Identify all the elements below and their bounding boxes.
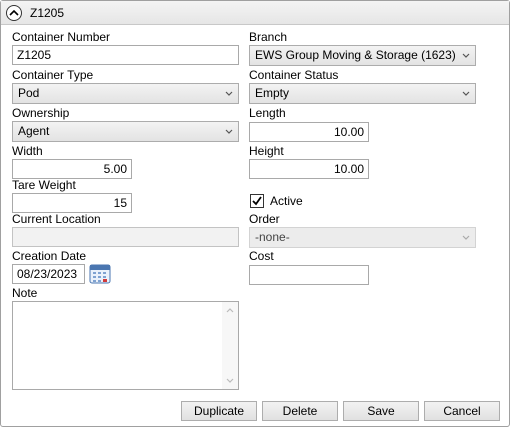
cost-input[interactable] xyxy=(249,265,369,285)
length-input[interactable]: 10.00 xyxy=(249,122,369,142)
note-scrollbar[interactable] xyxy=(222,302,238,389)
current-location-label: Current Location xyxy=(12,212,101,226)
dialog-header: Z1205 xyxy=(1,1,509,25)
creation-date-label: Creation Date xyxy=(12,249,87,263)
branch-label: Branch xyxy=(249,30,288,44)
container-number-input[interactable]: Z1205 xyxy=(12,45,239,65)
chevron-down-icon xyxy=(462,53,470,58)
height-label: Height xyxy=(249,144,284,158)
dialog-title: Z1205 xyxy=(30,6,65,20)
save-button[interactable]: Save xyxy=(343,401,419,421)
length-label: Length xyxy=(249,106,286,120)
checkmark-icon xyxy=(252,196,262,206)
note-textarea[interactable] xyxy=(12,301,239,390)
current-location-input xyxy=(12,227,239,247)
scroll-down-icon[interactable] xyxy=(226,378,234,384)
chevron-down-icon xyxy=(462,91,470,96)
branch-select[interactable]: EWS Group Moving & Storage (1623) xyxy=(249,45,476,66)
duplicate-button[interactable]: Duplicate xyxy=(181,401,257,421)
active-label: Active xyxy=(270,194,303,208)
height-input[interactable]: 10.00 xyxy=(249,159,369,179)
branch-value: EWS Group Moving & Storage (1623) xyxy=(255,48,456,62)
tare-weight-input[interactable]: 15 xyxy=(12,193,132,213)
container-type-value: Pod xyxy=(18,86,40,100)
creation-date-input[interactable]: 08/23/2023 xyxy=(12,264,85,284)
note-label: Note xyxy=(12,286,38,300)
active-checkbox[interactable] xyxy=(250,194,264,208)
chevron-down-icon xyxy=(225,129,233,134)
tare-weight-label: Tare Weight xyxy=(12,178,76,192)
cost-label: Cost xyxy=(249,249,274,263)
order-select: -none- xyxy=(249,227,476,248)
delete-button[interactable]: Delete xyxy=(262,401,338,421)
container-type-label: Container Type xyxy=(12,68,94,82)
ownership-select[interactable]: Agent xyxy=(12,121,239,142)
container-dialog: Z1205 Container Number Z1205 Branch EWS … xyxy=(0,0,510,427)
container-number-label: Container Number xyxy=(12,30,111,44)
chevron-down-icon xyxy=(225,91,233,96)
container-type-select[interactable]: Pod xyxy=(12,83,239,104)
container-status-value: Empty xyxy=(255,86,290,100)
ownership-label: Ownership xyxy=(12,106,70,120)
width-input[interactable]: 5.00 xyxy=(12,159,132,179)
order-value: -none- xyxy=(255,230,290,244)
cancel-button[interactable]: Cancel xyxy=(424,401,500,421)
container-status-label: Container Status xyxy=(249,68,339,82)
chevron-down-icon xyxy=(462,235,470,240)
ownership-value: Agent xyxy=(18,124,50,138)
collapse-icon[interactable] xyxy=(6,5,22,21)
scroll-up-icon[interactable] xyxy=(226,307,234,313)
width-label: Width xyxy=(12,144,43,158)
calendar-icon[interactable] xyxy=(89,263,111,284)
container-status-select[interactable]: Empty xyxy=(249,83,476,104)
order-label: Order xyxy=(249,212,280,226)
